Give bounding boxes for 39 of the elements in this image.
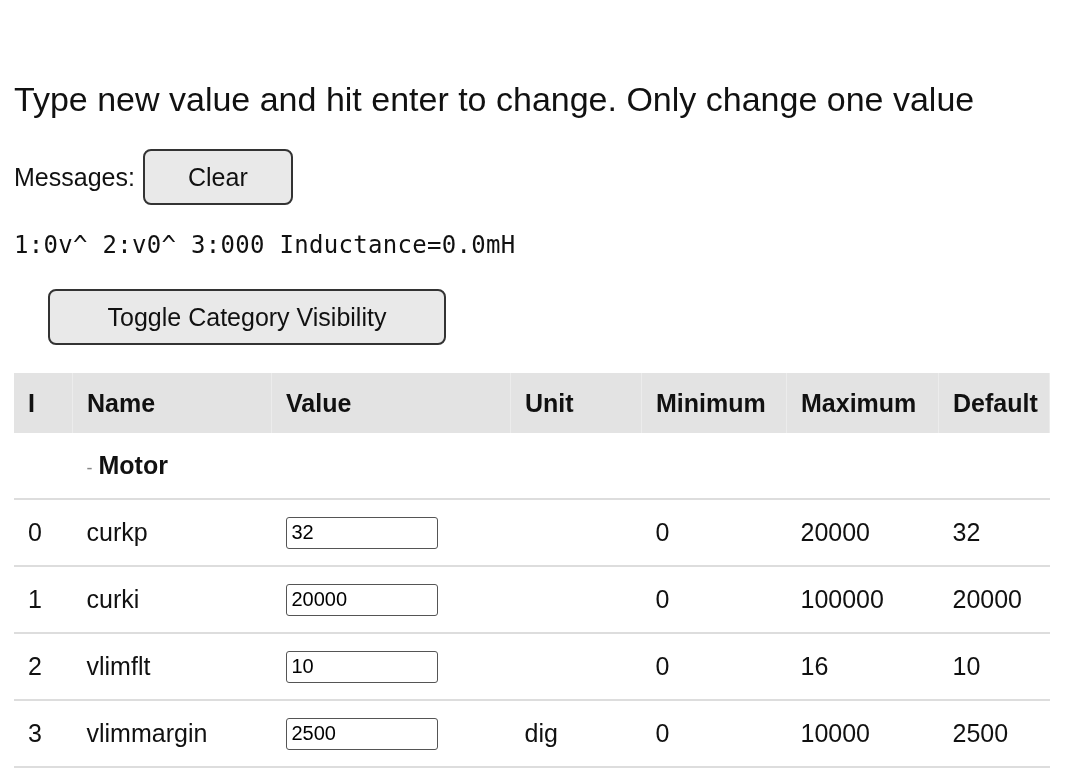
column-header: I [14,373,73,433]
table-cell: 2500 [938,700,1050,767]
value-input[interactable]: 20000 [285,583,438,616]
table-cell: 32 [938,499,1050,566]
column-header: Unit [510,373,642,433]
table-cell: 100000 [786,566,939,633]
table-cell: 3 [14,700,73,767]
table-cell: 0 [641,700,787,767]
table-cell: 2 [14,633,73,700]
value-input[interactable]: 10 [285,650,438,683]
table-cell: curki [72,566,272,633]
collapse-toggle[interactable]: - [86,458,93,478]
instruction-text: Type new value and hit enter to change. Only change one value [14,79,976,120]
column-header: Name [72,373,272,433]
message-output: 1:0v^ 2:v0^ 3:000 Inductance=0.0mH [14,231,517,259]
table-cell: dig [510,700,642,767]
value-input[interactable]: 2500 [285,717,438,750]
column-header: Value [271,373,511,433]
table-cell: 10 [938,633,1050,700]
table-cell: 10000 [786,700,939,767]
table-cell: 0 [641,499,787,566]
table-cell: curkp [72,499,272,566]
table-cell: 0 [641,633,787,700]
value-input[interactable]: 32 [285,516,438,549]
category-name: Motor [98,451,168,479]
column-header: Maximum [786,373,939,433]
messages-label: Messages: [14,162,135,192]
table-cell: 20000 [938,566,1050,633]
table-cell: vlimmargin [72,700,272,767]
column-header: Minimum [641,373,787,433]
table-cell: 1 [14,566,73,633]
table-cell: 0 [641,566,787,633]
table-cell: 16 [786,633,939,700]
table-cell: vlimflt [72,633,272,700]
clear-button[interactable]: Clear [142,149,293,205]
table-cell: 20000 [786,499,939,566]
column-header: Default [938,373,1050,433]
toggle-category-button[interactable]: Toggle Category Visibility [48,289,446,345]
table-cell: 0 [14,499,73,566]
